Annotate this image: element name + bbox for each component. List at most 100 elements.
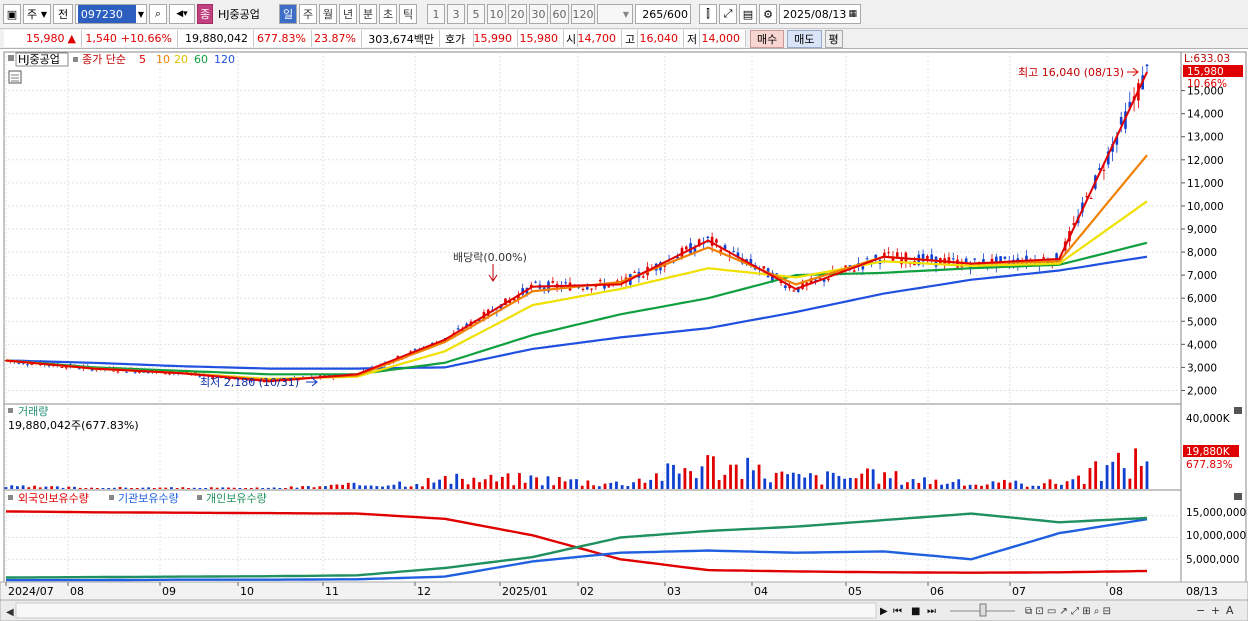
fast-forward-icon[interactable]: ⏭ <box>927 606 936 617</box>
volume-bar <box>1134 448 1137 489</box>
calendar-icon[interactable]: ▦ <box>848 9 857 19</box>
volume-bar <box>934 479 938 489</box>
y-tick-label: 14,000 <box>1187 109 1224 121</box>
legend-ma-20: 20 <box>174 53 188 66</box>
volume-bar <box>50 486 54 489</box>
volume-bar <box>848 477 852 489</box>
legend-ma-120: 120 <box>214 53 235 66</box>
interval-3[interactable]: 3 <box>447 4 465 24</box>
panel-close-icon[interactable] <box>1234 407 1242 414</box>
volume-bar <box>61 487 65 489</box>
volume-bar <box>455 473 459 489</box>
volume-bar <box>112 487 116 489</box>
period-week[interactable]: 주 <box>299 4 317 24</box>
holdings-panel[interactable] <box>3 489 1182 583</box>
zoom-slider-thumb[interactable] <box>979 603 987 617</box>
period-tick[interactable]: 틱 <box>399 4 417 24</box>
interval-120[interactable]: 120 <box>571 4 595 24</box>
interval-10[interactable]: 10 <box>487 4 506 24</box>
candle-body <box>865 258 869 260</box>
interval-30[interactable]: 30 <box>529 4 548 24</box>
volume-bar <box>1054 483 1058 489</box>
rewind-icon[interactable]: ⏮ <box>893 606 902 617</box>
volume-bar <box>814 475 818 489</box>
scroll-left-icon[interactable]: ◀ <box>6 607 14 618</box>
y-tick-label: 12,000 <box>1187 155 1224 167</box>
legend-square-icon <box>8 495 13 500</box>
search-icon[interactable]: ⌕ <box>149 4 167 24</box>
price-panel[interactable] <box>3 51 1182 405</box>
volume-bar <box>1105 465 1109 489</box>
panel-close-icon[interactable] <box>1234 493 1242 500</box>
interval-5[interactable]: 5 <box>467 4 485 24</box>
x-axis-end-label: 08/13 <box>1186 585 1218 598</box>
chevron-down-icon[interactable]: ▼ <box>136 10 144 19</box>
volume-bar <box>301 486 305 489</box>
speaker-icon[interactable]: ◀▾ <box>169 4 195 24</box>
stop-icon[interactable]: ■ <box>911 606 920 617</box>
chart-type-badge[interactable]: 종 <box>197 4 213 24</box>
scroll-track[interactable] <box>15 602 877 619</box>
candle-body <box>973 258 977 260</box>
scroll-right-icon[interactable]: ▶ <box>880 606 888 617</box>
volume-value-text: 19,880,042주(677.83%) <box>8 419 139 432</box>
volume-bar <box>757 464 761 489</box>
volume-bar <box>734 464 738 489</box>
prev-button[interactable]: 전 <box>53 4 73 24</box>
zoom-in-icon[interactable]: + <box>1211 604 1220 617</box>
volume-bar <box>44 486 48 489</box>
volume-bar <box>261 488 265 489</box>
interval-60[interactable]: 60 <box>550 4 569 24</box>
volume-bar <box>118 487 122 489</box>
date-input[interactable]: 2025/08/13 <box>783 8 846 21</box>
volume-bar <box>518 473 521 489</box>
volume-bar <box>227 487 230 489</box>
code-field[interactable]: 097230 ▼ <box>75 4 147 24</box>
open-label: 시 <box>564 30 578 47</box>
date-field[interactable]: 2025/08/13 ▦ <box>779 4 861 24</box>
interval-1[interactable]: 1 <box>427 4 445 24</box>
volume-bar <box>449 483 453 489</box>
holdings-tick-10m: 10,000,000 <box>1186 530 1246 542</box>
volume-bar <box>421 486 424 489</box>
evaluate-button[interactable]: 평 <box>824 29 843 48</box>
volume-bar <box>1077 475 1080 489</box>
period-year[interactable]: 년 <box>339 4 357 24</box>
line-tool-icon[interactable]: ⤢ <box>719 4 737 24</box>
volume-bar <box>295 487 299 489</box>
candle-body <box>116 371 120 373</box>
count-field[interactable]: 265/600 <box>635 4 691 24</box>
volume-panel[interactable] <box>3 403 1182 491</box>
interval-custom-select[interactable]: ▼ <box>597 4 633 24</box>
interval-20[interactable]: 20 <box>508 4 527 24</box>
code-input[interactable]: 097230 <box>77 5 136 23</box>
volume-bar <box>107 488 111 489</box>
volume-bar <box>306 486 310 489</box>
volume-bar <box>557 477 561 489</box>
window-icon[interactable]: ▣ <box>3 4 21 24</box>
market-select[interactable]: 주 ▼ <box>23 4 51 24</box>
volume-bar <box>1122 468 1126 489</box>
save-icon[interactable]: ▤ <box>739 4 757 24</box>
period-minute[interactable]: 분 <box>359 4 377 24</box>
candle-icon[interactable]: ⫿ <box>699 4 717 24</box>
tool-icons[interactable]: ⧉ ⊡ ▭ ↗ ⤢ ⊞ ⌕ ⊟ <box>1025 606 1111 617</box>
period-second[interactable]: 초 <box>379 4 397 24</box>
period-month[interactable]: 월 <box>319 4 337 24</box>
buy-button[interactable]: 매수 <box>750 29 785 48</box>
volume-bar <box>158 487 162 489</box>
gear-icon[interactable]: ⚙ <box>759 4 777 24</box>
candle-body <box>77 368 81 370</box>
stock-chart[interactable]: 15,00014,00013,00012,00011,00010,0009,00… <box>0 50 1248 621</box>
volume-bar <box>1082 483 1086 489</box>
sell-button[interactable]: 매도 <box>787 29 822 48</box>
volume-bar <box>364 485 367 489</box>
text-size-icon[interactable]: A <box>1226 604 1234 617</box>
zoom-out-icon[interactable]: − <box>1196 604 1205 617</box>
volume-bar <box>797 474 801 489</box>
period-day[interactable]: 일 <box>279 4 297 24</box>
volume-bar <box>204 488 208 489</box>
volume-bar <box>255 487 259 489</box>
count-input[interactable]: 265 <box>642 8 663 21</box>
volume-bar <box>272 487 276 489</box>
